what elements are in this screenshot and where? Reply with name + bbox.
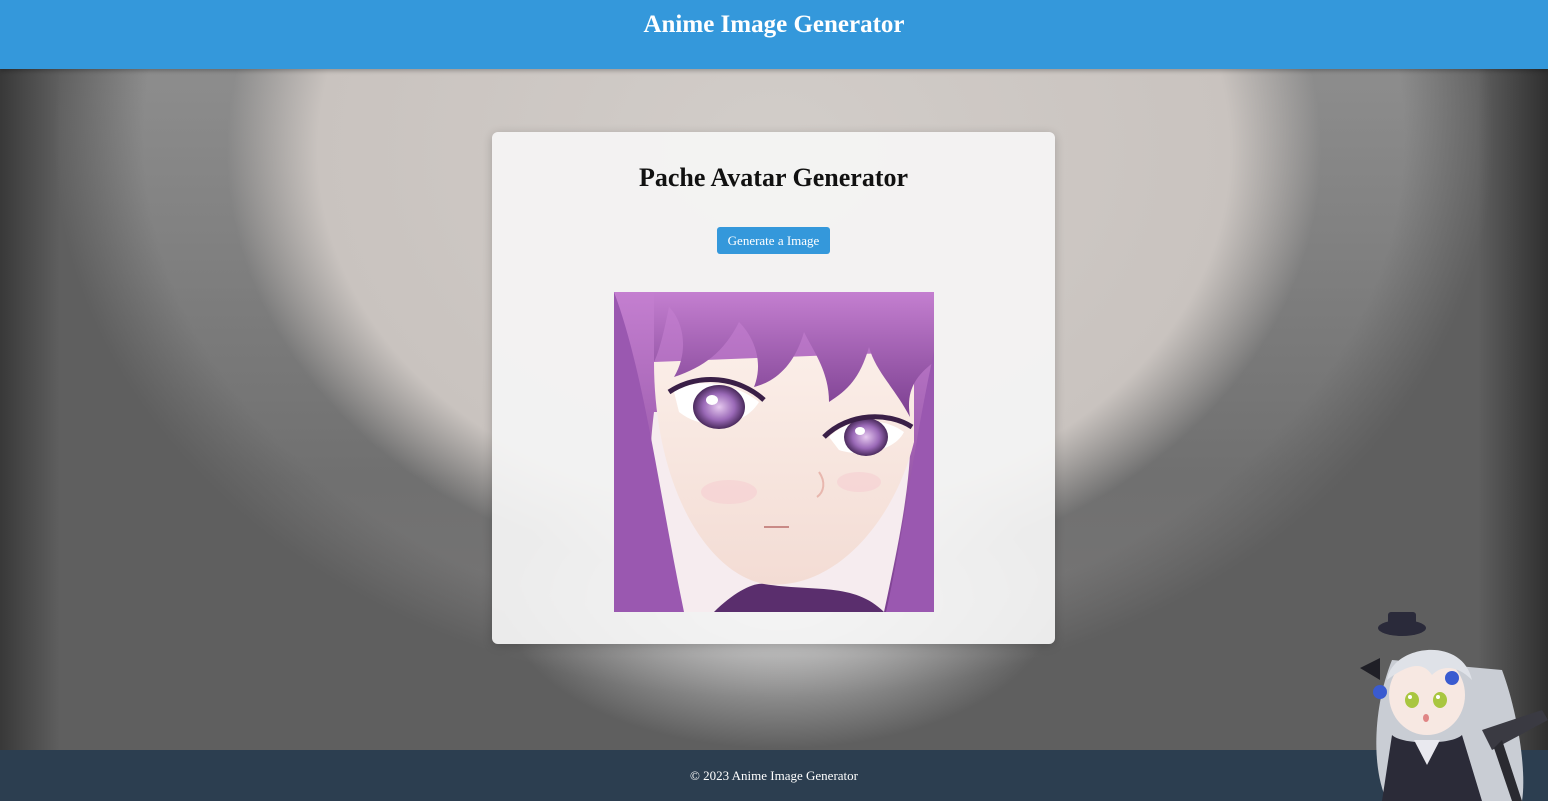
generator-card: Pache Avatar Generator Generate a Image	[492, 132, 1055, 644]
generate-image-button[interactable]: Generate a Image	[717, 227, 830, 254]
site-footer: © 2023 Anime Image Generator	[0, 750, 1548, 801]
footer-copyright: © 2023 Anime Image Generator	[690, 767, 858, 783]
anime-portrait-icon	[614, 292, 934, 612]
site-title: Anime Image Generator	[643, 11, 905, 38]
generated-image	[614, 292, 934, 612]
card-title: Pache Avatar Generator	[638, 163, 909, 192]
chibi-mascot-icon	[1360, 612, 1548, 801]
site-header: Anime Image Generator	[0, 0, 1548, 69]
mascot-image	[1352, 610, 1548, 801]
